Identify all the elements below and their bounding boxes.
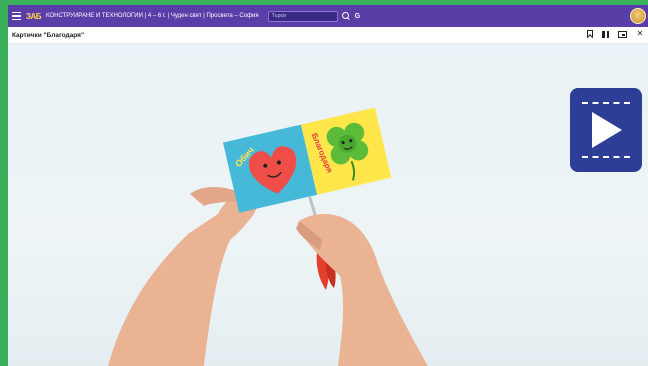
play-button[interactable] bbox=[570, 88, 642, 172]
thank-you-card: Обич Благодаря bbox=[223, 107, 392, 213]
video-player[interactable]: Обич Благодаря bbox=[8, 44, 648, 366]
lesson-toolbar: ✕ bbox=[587, 30, 644, 38]
pause-icon[interactable] bbox=[602, 30, 609, 38]
left-arm bbox=[108, 192, 260, 366]
app-title: КОНСТРУИРАНЕ И ТЕХНОЛОГИИ | 4 – 6 г. | Ч… bbox=[46, 13, 259, 19]
play-button-bottom-dash bbox=[582, 156, 630, 158]
logo: ЗАБ bbox=[26, 11, 42, 21]
picture-in-picture-icon[interactable] bbox=[618, 30, 627, 38]
video-frame: Обич Благодаря bbox=[108, 107, 428, 366]
g-icon[interactable]: G bbox=[355, 13, 360, 20]
hamburger-menu-icon[interactable] bbox=[12, 11, 21, 21]
search-icon[interactable] bbox=[341, 12, 350, 21]
bookmark-icon[interactable] bbox=[587, 30, 593, 38]
play-button-top-dash bbox=[582, 102, 630, 104]
lesson-title: Картички "Благодаря" bbox=[12, 31, 85, 39]
play-icon bbox=[592, 112, 622, 148]
profile-avatar-icon[interactable] bbox=[630, 8, 646, 24]
lesson-title-bar: Картички "Благодаря" ✕ bbox=[8, 27, 648, 44]
search-input[interactable]: Търси bbox=[267, 10, 338, 22]
close-icon[interactable]: ✕ bbox=[636, 30, 644, 38]
top-bar: ЗАБ КОНСТРУИРАНЕ И ТЕХНОЛОГИИ | 4 – 6 г.… bbox=[8, 5, 648, 27]
app-frame: ЗАБ КОНСТРУИРАНЕ И ТЕХНОЛОГИИ | 4 – 6 г.… bbox=[8, 5, 648, 366]
